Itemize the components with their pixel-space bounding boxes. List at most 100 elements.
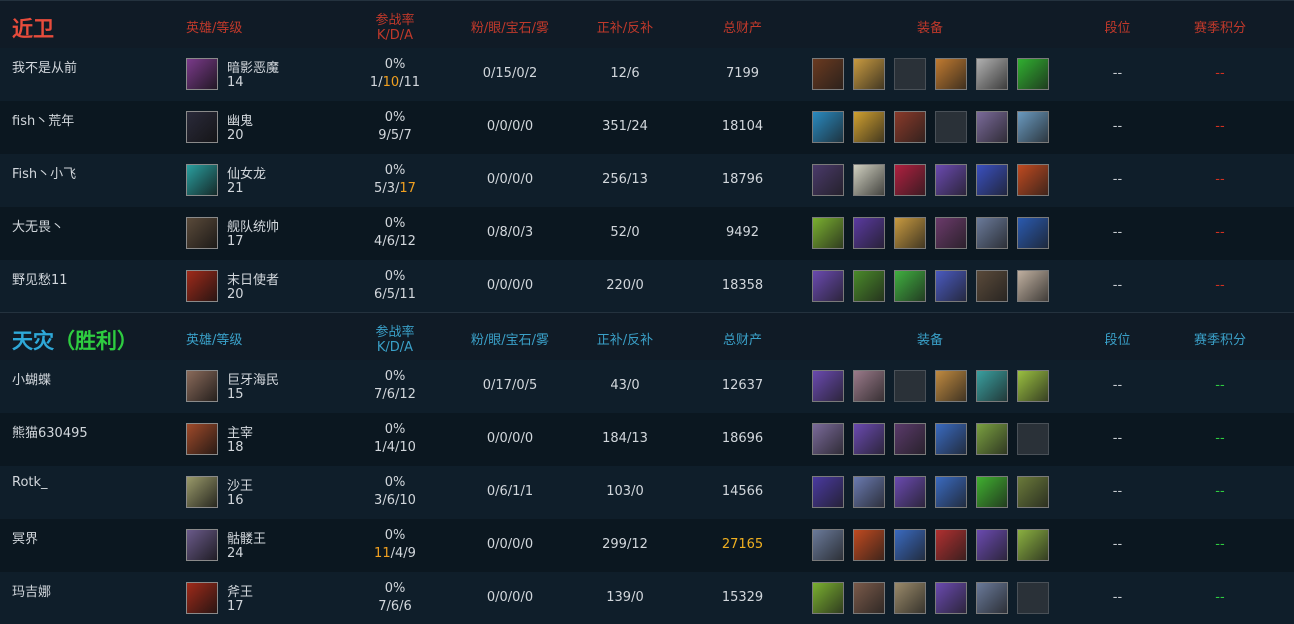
item-icon[interactable] [976, 529, 1008, 561]
hero-level: 20 [227, 128, 244, 143]
player-row[interactable]: Fish丶小飞 仙女龙 21 0% 5/3/17 0/0/0/0 256/13 18796 --… [0, 154, 1294, 207]
item-icon[interactable] [935, 423, 967, 455]
col-gold: 总财产 [722, 21, 762, 36]
item-icon[interactable] [1017, 370, 1049, 402]
player-name[interactable]: Fish丶小飞 [12, 163, 76, 182]
player-name[interactable]: 大无畏丶 [12, 216, 64, 235]
item-icon[interactable] [935, 476, 967, 508]
item-icon[interactable] [976, 370, 1008, 402]
item-icon[interactable] [894, 423, 926, 455]
player-name[interactable]: Rotk_ [12, 475, 48, 490]
item-icon[interactable] [853, 58, 885, 90]
rank-value: -- [1112, 378, 1123, 393]
item-icon[interactable] [853, 476, 885, 508]
item-icon[interactable] [935, 582, 967, 614]
hero-portrait-icon[interactable] [186, 529, 218, 561]
player-row[interactable]: 大无畏丶 舰队统帅 17 0% 4/6/12 0/8/0/3 52/0 9492 -- -- [0, 207, 1294, 260]
player-name[interactable]: 熊猫630495 [12, 422, 88, 441]
player-row[interactable]: fish丶荒年 幽鬼 20 0% 9/5/7 0/0/0/0 351/24 18104 -- -- [0, 101, 1294, 154]
hero-portrait-icon[interactable] [186, 370, 218, 402]
empty-item-slot [1017, 582, 1049, 614]
item-icon[interactable] [894, 476, 926, 508]
item-icon[interactable] [976, 58, 1008, 90]
item-icon[interactable] [812, 529, 844, 561]
kda-part: 6 [386, 493, 395, 508]
wards-value: 0/0/0/0 [486, 119, 534, 134]
item-icon[interactable] [812, 58, 844, 90]
item-icon[interactable] [853, 370, 885, 402]
team-name: 天灾（胜利） [12, 329, 138, 353]
item-icon[interactable] [853, 217, 885, 249]
item-icon[interactable] [935, 58, 967, 90]
player-name[interactable]: fish丶荒年 [12, 110, 74, 129]
item-icon[interactable] [894, 270, 926, 302]
player-name[interactable]: 冥界 [12, 528, 38, 547]
hero-portrait-icon[interactable] [186, 111, 218, 143]
participation-rate: 0% [384, 269, 406, 284]
item-icon[interactable] [853, 111, 885, 143]
player-row[interactable]: 玛吉娜 斧王 17 0% 7/6/6 0/0/0/0 139/0 15329 -- -- [0, 572, 1294, 624]
item-icon[interactable] [935, 529, 967, 561]
item-icon[interactable] [976, 582, 1008, 614]
item-icon[interactable] [976, 111, 1008, 143]
item-icon[interactable] [812, 423, 844, 455]
season-score-value: -- [1215, 537, 1225, 552]
item-icon[interactable] [853, 164, 885, 196]
player-row[interactable]: 熊猫630495 主宰 18 0% 1/4/10 0/0/0/0 184/13 18696 --… [0, 413, 1294, 466]
item-icon[interactable] [935, 164, 967, 196]
item-icon[interactable] [935, 370, 967, 402]
item-icon[interactable] [853, 529, 885, 561]
item-icon[interactable] [812, 370, 844, 402]
item-icon[interactable] [976, 270, 1008, 302]
item-icon[interactable] [976, 423, 1008, 455]
kda-part: 5 [374, 181, 383, 196]
item-icon[interactable] [1017, 164, 1049, 196]
player-row[interactable]: 野见愁11 末日使者 20 0% 6/5/11 0/0/0/0 220/0 18358 -- -- [0, 260, 1294, 313]
kda-part: 7 [374, 387, 383, 402]
item-icon[interactable] [853, 582, 885, 614]
player-name[interactable]: 玛吉娜 [12, 581, 51, 600]
item-icon[interactable] [976, 164, 1008, 196]
hero-portrait-icon[interactable] [186, 270, 218, 302]
hero-level: 14 [227, 75, 244, 90]
player-row[interactable]: 冥界 骷髅王 24 0% 11/4/9 0/0/0/0 299/12 27165 -- -- [0, 519, 1294, 572]
item-icon[interactable] [812, 476, 844, 508]
item-icon[interactable] [1017, 58, 1049, 90]
item-icon[interactable] [976, 217, 1008, 249]
player-name[interactable]: 野见愁11 [12, 269, 68, 288]
player-row[interactable]: Rotk_ 沙王 16 0% 3/6/10 0/6/1/1 103/0 14566 -- -- [0, 466, 1294, 519]
wards-value: 0/0/0/0 [486, 278, 534, 293]
hero-portrait-icon[interactable] [186, 217, 218, 249]
item-icon[interactable] [894, 529, 926, 561]
player-name[interactable]: 我不是从前 [12, 57, 77, 76]
hero-portrait-icon[interactable] [186, 58, 218, 90]
wards-value: 0/0/0/0 [486, 172, 534, 187]
item-icon[interactable] [853, 270, 885, 302]
item-icon[interactable] [812, 164, 844, 196]
player-name[interactable]: 小蝴蝶 [12, 369, 51, 388]
item-icon[interactable] [1017, 529, 1049, 561]
item-icon[interactable] [812, 217, 844, 249]
item-icon[interactable] [1017, 111, 1049, 143]
hero-portrait-icon[interactable] [186, 476, 218, 508]
item-icon[interactable] [812, 270, 844, 302]
item-icon[interactable] [812, 582, 844, 614]
item-icon[interactable] [894, 164, 926, 196]
item-icon[interactable] [976, 476, 1008, 508]
item-icon[interactable] [853, 423, 885, 455]
kda-part: 10 [382, 75, 400, 90]
hero-portrait-icon[interactable] [186, 423, 218, 455]
item-icon[interactable] [935, 270, 967, 302]
player-row[interactable]: 我不是从前 暗影恶魔 14 0% 1/10/11 0/15/0/2 12/6 7199 -- -- [0, 48, 1294, 101]
item-icon[interactable] [894, 582, 926, 614]
item-icon[interactable] [935, 217, 967, 249]
item-icon[interactable] [1017, 270, 1049, 302]
hero-portrait-icon[interactable] [186, 582, 218, 614]
hero-portrait-icon[interactable] [186, 164, 218, 196]
item-icon[interactable] [1017, 217, 1049, 249]
item-icon[interactable] [812, 111, 844, 143]
item-icon[interactable] [894, 217, 926, 249]
item-icon[interactable] [1017, 476, 1049, 508]
item-icon[interactable] [894, 111, 926, 143]
player-row[interactable]: 小蝴蝶 巨牙海民 15 0% 7/6/12 0/17/0/5 43/0 12637 -- -- [0, 360, 1294, 413]
